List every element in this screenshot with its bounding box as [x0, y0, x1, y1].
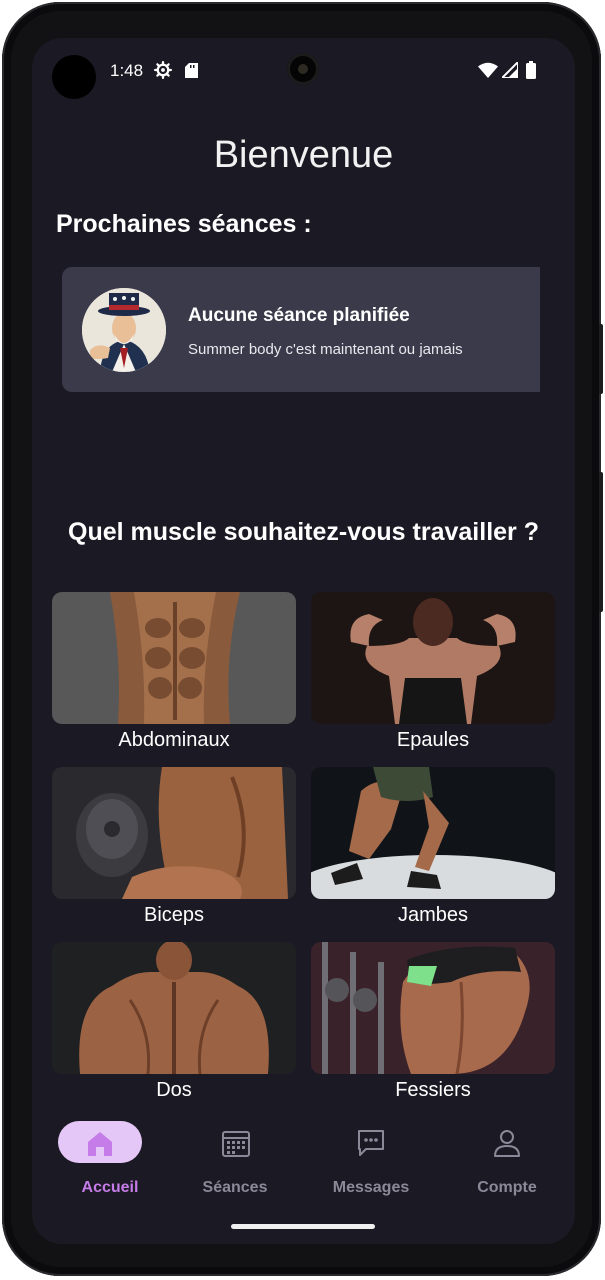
- muscle-tile-jambes[interactable]: Jambes: [311, 767, 555, 935]
- status-bar: 1:48: [32, 38, 575, 102]
- muscle-tile-fessiers[interactable]: Fessiers: [311, 942, 555, 1110]
- muscle-label: Biceps: [143, 904, 205, 926]
- uncle-sam-avatar: [82, 288, 166, 372]
- status-time: 1:48: [110, 61, 144, 80]
- volume-button: [599, 472, 603, 612]
- nav-item-accueil[interactable]: Accueil: [50, 1118, 170, 1198]
- muscle-label: Jambes: [397, 904, 469, 926]
- muscle-tile-biceps[interactable]: Biceps: [52, 767, 296, 935]
- nav-item-seances[interactable]: Séances: [175, 1118, 295, 1198]
- battery-icon: [526, 61, 536, 79]
- card-subtitle: Summer body c'est maintenant ou jamais: [188, 341, 463, 358]
- person-icon: [494, 1130, 520, 1157]
- front-camera: [287, 53, 319, 85]
- nav-item-messages[interactable]: Messages: [311, 1118, 431, 1198]
- muscle-question-heading: Quel muscle souhaitez-vous travailler ?: [68, 518, 539, 546]
- muscle-tile-abdominaux[interactable]: Abdominaux: [52, 592, 296, 760]
- nav-label: Messages: [332, 1179, 410, 1196]
- chat-icon: [358, 1130, 384, 1156]
- phone-frame: 1:48 Bienvenue Prochaines séances: Aucu…: [2, 2, 603, 1276]
- home-icon: [88, 1132, 112, 1156]
- app-screen: 1:48 Bienvenue Prochaines séances: Aucu…: [32, 38, 575, 1244]
- home-indicator[interactable]: [231, 1224, 375, 1229]
- nav-label: Séances: [202, 1179, 268, 1196]
- card-title: Aucune séance planifiée: [188, 305, 410, 326]
- sd-card-icon: [185, 63, 198, 78]
- wifi-icon: [478, 62, 498, 78]
- muscle-label: Fessiers: [395, 1079, 471, 1101]
- glutes-image: [311, 942, 555, 1074]
- signal-icon: [502, 62, 518, 78]
- muscle-label: Epaules: [396, 729, 470, 751]
- session-card[interactable]: Aucune séance planifiée Summer body c'es…: [62, 267, 540, 392]
- bottom-navigation: Accueil Séances Messages Compte: [32, 1108, 575, 1208]
- camera-cutout: [52, 55, 96, 99]
- shoulders-image: [311, 592, 555, 724]
- abs-image: [52, 592, 296, 724]
- biceps-image: [52, 767, 296, 899]
- page-title: Bienvenue: [213, 134, 394, 176]
- muscle-label: Abdominaux: [118, 729, 230, 751]
- upcoming-sessions-heading: Prochaines séances :: [56, 210, 312, 238]
- legs-image: [311, 767, 555, 899]
- muscle-tile-dos[interactable]: Dos: [52, 942, 296, 1110]
- nav-label: Accueil: [81, 1179, 139, 1196]
- nav-label: Compte: [477, 1179, 537, 1196]
- power-button: [599, 324, 603, 394]
- muscle-label: Dos: [156, 1079, 192, 1101]
- nav-item-compte[interactable]: Compte: [447, 1118, 567, 1198]
- gear-icon: [154, 61, 172, 79]
- back-image: [52, 942, 296, 1074]
- calendar-icon: [222, 1131, 250, 1157]
- muscle-tile-epaules[interactable]: Epaules: [311, 592, 555, 760]
